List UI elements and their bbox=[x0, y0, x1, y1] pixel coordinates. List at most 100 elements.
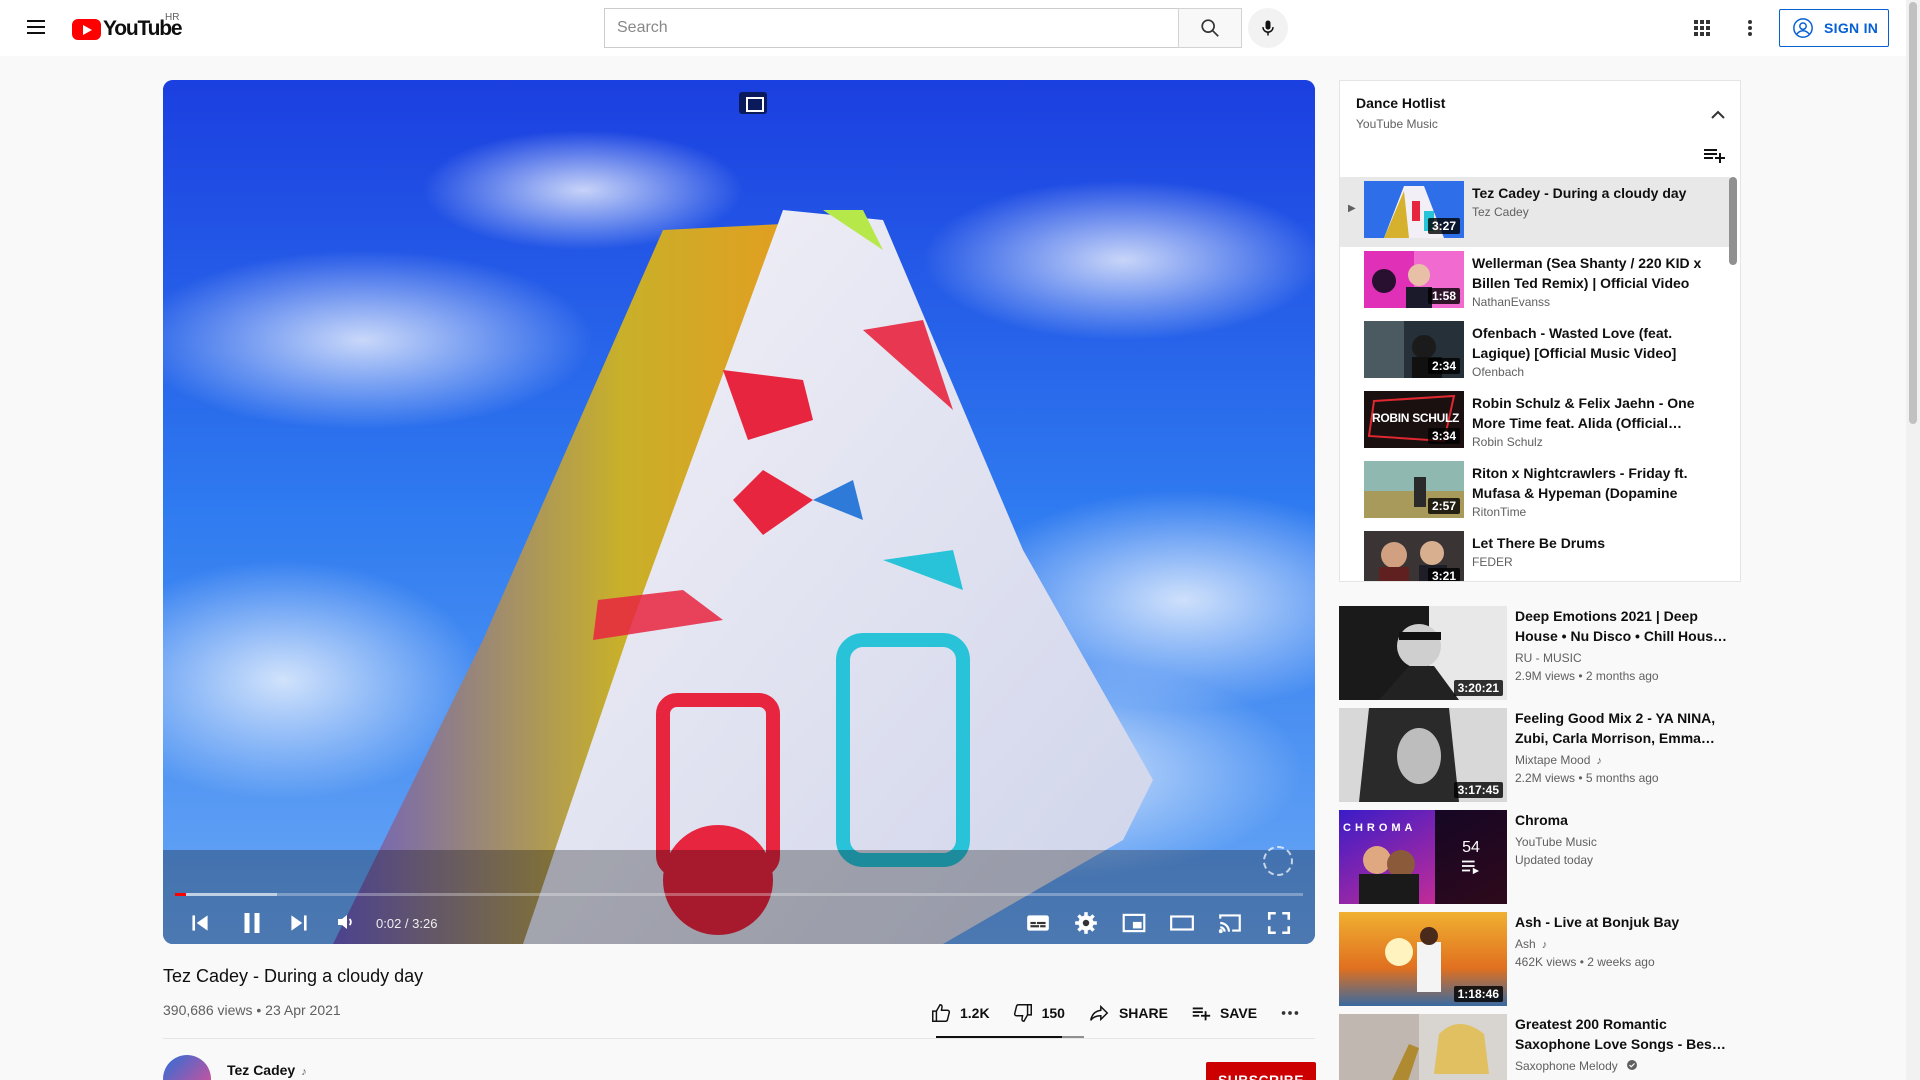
playlist-item-channel: FEDER bbox=[1472, 555, 1513, 569]
settings-button[interactable] bbox=[1073, 910, 1099, 936]
dislike-button[interactable]: 150 bbox=[1012, 1002, 1065, 1024]
cast-icon bbox=[1218, 914, 1241, 934]
playlist-item-channel: Tez Cadey bbox=[1472, 205, 1529, 219]
subtitles-button[interactable] bbox=[1025, 910, 1051, 936]
previous-button[interactable] bbox=[187, 910, 213, 936]
playlist-item[interactable]: 3:21 Let There Be Drums FEDER bbox=[1340, 527, 1730, 581]
playlist-thumbnail: 3:27 bbox=[1364, 181, 1464, 238]
playlist-item-channel: Ofenbach bbox=[1472, 365, 1525, 379]
youtube-play-icon bbox=[72, 18, 101, 40]
video-thumbnail: 1:18:46 bbox=[1339, 912, 1507, 1006]
recommended-channel-text: Mixtape Mood bbox=[1515, 753, 1591, 767]
duration-badge: 3:27 bbox=[1427, 218, 1460, 234]
mic-icon bbox=[1262, 20, 1274, 36]
fullscreen-icon bbox=[1267, 911, 1291, 935]
recommended-video[interactable]: 3:20:21 Deep Emotions 2021 | Deep House … bbox=[1339, 606, 1741, 700]
subscribe-button[interactable]: SUBSCRIBE bbox=[1206, 1062, 1316, 1080]
channel-avatar[interactable] bbox=[163, 1055, 211, 1080]
recommended-video[interactable]: 1:18:46 Ash - Live at Bonjuk Bay Ash ♪ 46… bbox=[1339, 912, 1741, 1006]
save-button[interactable]: SAVE bbox=[1190, 1002, 1257, 1024]
save-playlist-button[interactable] bbox=[1702, 143, 1730, 167]
settings-menu-button[interactable] bbox=[1738, 16, 1762, 40]
next-icon bbox=[291, 915, 307, 931]
playlist-item-title: Robin Schulz & Felix Jaehn - One More Ti… bbox=[1472, 395, 1695, 431]
video-frame bbox=[163, 80, 1315, 944]
video-views-date: 390,686 views • 23 Apr 2021 bbox=[163, 1002, 341, 1018]
video-actions: 1.2K 150 SHARE SAVE bbox=[930, 996, 1331, 1030]
recommended-title: Ash - Live at Bonjuk Bay bbox=[1515, 914, 1680, 930]
miniplayer-button[interactable] bbox=[1121, 910, 1147, 936]
recommended-meta: 2.9M views • 2 months ago bbox=[1515, 669, 1659, 683]
prev-icon bbox=[192, 915, 208, 931]
more-vert-icon bbox=[1748, 20, 1752, 36]
playlist-item[interactable]: 2:34 Ofenbach - Wasted Love (feat. Lagiq… bbox=[1340, 317, 1730, 387]
like-icon bbox=[932, 1004, 951, 1022]
miniplayer-hint-icon[interactable] bbox=[739, 92, 767, 114]
share-button[interactable]: SHARE bbox=[1087, 1002, 1168, 1024]
playlist-item-title: Tez Cadey - During a cloudy day bbox=[1472, 185, 1687, 201]
playlist-thumbnail: ROBIN SCHULZ 3:34 bbox=[1364, 391, 1464, 448]
more-actions-button[interactable] bbox=[1279, 1002, 1309, 1024]
channel-name-text: Tez Cadey bbox=[227, 1062, 296, 1078]
voice-search-button[interactable] bbox=[1248, 8, 1288, 48]
playlist-item[interactable]: ROBIN SCHULZ 3:34 Robin Schulz & Felix J… bbox=[1340, 387, 1730, 457]
recommended-playlist[interactable]: CHROMA 54 Chroma YouTube Music Updated t… bbox=[1339, 810, 1741, 904]
menu-icon[interactable] bbox=[24, 16, 48, 40]
recommended-meta: 462K views • 2 weeks ago bbox=[1515, 955, 1655, 969]
music-note-icon: ♪ bbox=[1541, 939, 1548, 951]
theater-mode-button[interactable] bbox=[1169, 910, 1195, 936]
playlist-item-title: Ofenbach - Wasted Love (feat. Lagique) [… bbox=[1472, 325, 1677, 361]
chevron-up-icon bbox=[1711, 110, 1725, 119]
cast-button[interactable] bbox=[1217, 910, 1243, 936]
fullscreen-button[interactable] bbox=[1266, 910, 1292, 936]
playlist-title[interactable]: Dance Hotlist bbox=[1356, 95, 1445, 111]
page-scrollbar[interactable] bbox=[1906, 0, 1920, 1080]
recommended-meta: Updated today bbox=[1515, 853, 1594, 867]
recommended-channel-text: Saxophone Melody bbox=[1515, 1059, 1618, 1073]
video-player[interactable]: 0:02 / 3:26 bbox=[163, 80, 1315, 944]
playlist-add-icon bbox=[1704, 149, 1725, 163]
search-button[interactable] bbox=[1178, 8, 1242, 48]
music-note-icon: ♪ bbox=[301, 1066, 307, 1078]
next-button[interactable] bbox=[286, 910, 312, 936]
search-input[interactable] bbox=[604, 8, 1178, 48]
country-code: HR bbox=[165, 12, 180, 23]
recommended-channel: Saxophone Melody bbox=[1515, 1059, 1638, 1073]
playlist-icon bbox=[1462, 860, 1480, 875]
collapse-playlist-button[interactable] bbox=[1706, 103, 1730, 127]
like-count: 1.2K bbox=[960, 1005, 990, 1021]
duration-badge: 3:34 bbox=[1427, 428, 1460, 444]
recommended-video[interactable]: 3:17:45 Feeling Good Mix 2 - YA NINA, Zu… bbox=[1339, 708, 1741, 802]
playlist-thumbnail: 3:21 bbox=[1364, 531, 1464, 581]
channel-name[interactable]: Tez Cadey ♪ bbox=[227, 1062, 307, 1078]
playlist-item-title: Wellerman (Sea Shanty / 220 KID x Billen… bbox=[1472, 255, 1702, 291]
scrollbar-thumb[interactable] bbox=[1909, 2, 1917, 424]
recommended-title: Chroma bbox=[1515, 812, 1568, 828]
pause-icon bbox=[244, 913, 260, 933]
pause-button[interactable] bbox=[237, 908, 267, 938]
recommended-video[interactable]: Greatest 200 Romantic Saxophone Love Son… bbox=[1339, 1014, 1741, 1080]
playlist-item[interactable]: 2:57 Riton x Nightcrawlers - Friday ft. … bbox=[1340, 457, 1730, 527]
recommended-title: Deep Emotions 2021 | Deep House • Nu Dis… bbox=[1515, 608, 1728, 644]
recommended-channel: RU - MUSIC bbox=[1515, 651, 1582, 665]
playlist-scrollbar-thumb[interactable] bbox=[1729, 177, 1737, 265]
video-thumbnail: 3:20:21 bbox=[1339, 606, 1507, 700]
player-controls: 0:02 / 3:26 bbox=[163, 900, 1315, 944]
progress-buffered bbox=[175, 893, 277, 896]
sign-in-button[interactable]: SIGN IN bbox=[1779, 9, 1889, 47]
playlist-item[interactable]: 1:58 Wellerman (Sea Shanty / 220 KID x B… bbox=[1340, 247, 1730, 317]
duration-badge: 1:58 bbox=[1427, 288, 1460, 304]
channel-watermark[interactable] bbox=[1263, 846, 1293, 876]
playlist-owner[interactable]: YouTube Music bbox=[1356, 117, 1438, 131]
apps-button[interactable] bbox=[1690, 16, 1714, 40]
playlist-thumbnail: 2:34 bbox=[1364, 321, 1464, 378]
like-button[interactable]: 1.2K bbox=[930, 1002, 990, 1024]
playlist-thumbnail: 2:57 bbox=[1364, 461, 1464, 518]
apps-icon bbox=[1694, 20, 1710, 36]
playlist-thumbnail-text: CHROMA bbox=[1343, 822, 1417, 834]
progress-bar[interactable] bbox=[175, 893, 1303, 896]
search-bar bbox=[604, 8, 1242, 48]
mute-button[interactable] bbox=[334, 910, 360, 936]
duration-badge: 1:18:46 bbox=[1453, 986, 1503, 1002]
playlist-item[interactable]: ▶ 3:27 Tez Cadey - During a cloudy day T… bbox=[1340, 177, 1730, 247]
